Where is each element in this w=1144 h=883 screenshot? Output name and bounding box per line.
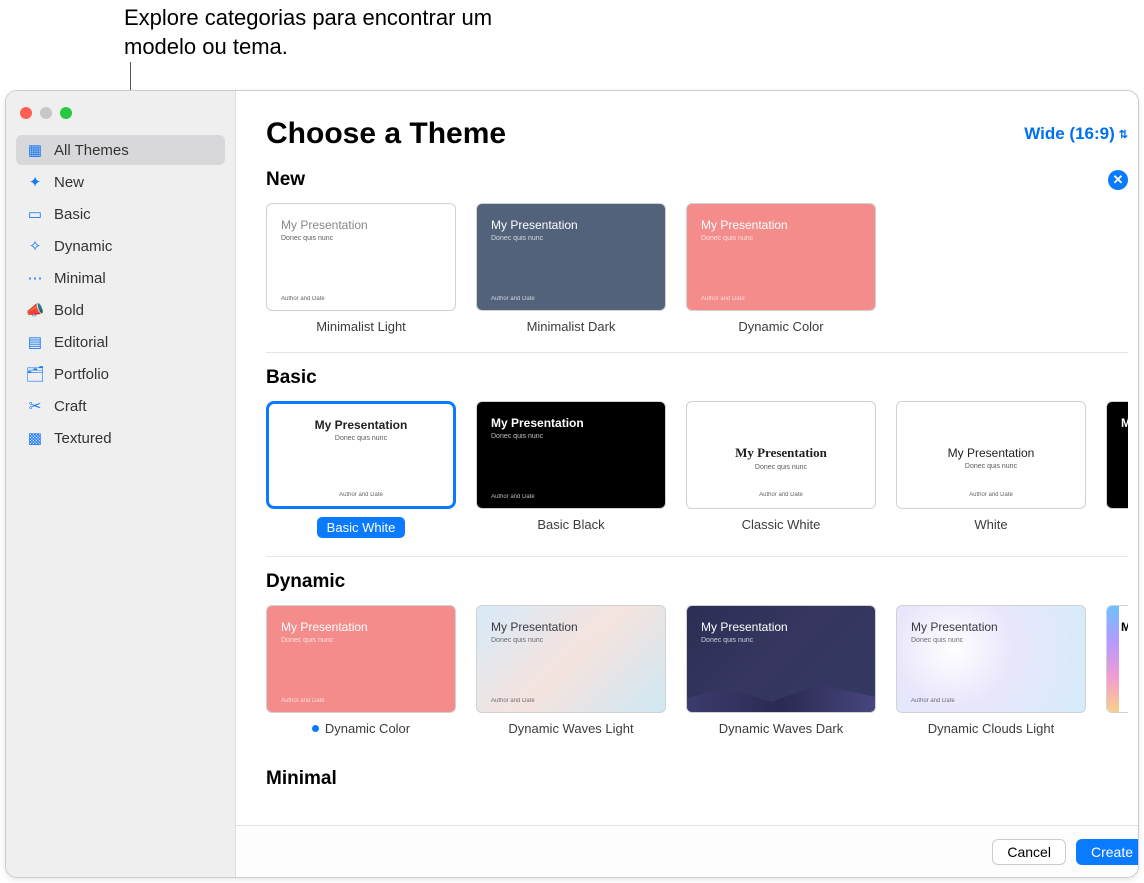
theme-card[interactable]: My PresentationDonec quis nunc Author an… [476, 401, 666, 538]
theme-thumbnail: My PresentationDonec quis nunc Author an… [896, 605, 1086, 713]
sidebar-item-label: Portfolio [54, 366, 109, 383]
ratio-label: Wide (16:9) [1024, 124, 1115, 144]
sidebar-item-bold[interactable]: 📣 Bold [16, 295, 225, 325]
sidebar-item-new[interactable]: ✦ New [16, 167, 225, 197]
sidebar-item-portfolio[interactable]: 🗂 Portfolio [16, 359, 225, 389]
sidebar-item-label: Bold [54, 302, 84, 319]
sidebar-item-textured[interactable]: ▩ Textured [16, 423, 225, 453]
theme-card-partial[interactable]: My Presentation [1106, 605, 1128, 736]
basic-icon: ▭ [26, 205, 44, 223]
theme-thumbnail: My PresentationDonec quis nunc Author an… [476, 605, 666, 713]
sidebar-item-label: Editorial [54, 334, 108, 351]
theme-card-selected[interactable]: My PresentationDonec quis nunc Author an… [266, 401, 456, 538]
theme-thumbnail: My PresentationDonec quis nunc Author an… [266, 605, 456, 713]
footer-bar: Cancel Create [236, 825, 1139, 877]
close-window-icon[interactable] [20, 107, 32, 119]
sidebar-item-label: Craft [54, 398, 87, 415]
sidebar-item-all-themes[interactable]: ▦ All Themes [16, 135, 225, 165]
sidebar-item-dynamic[interactable]: ✧ Dynamic [16, 231, 225, 261]
theme-card[interactable]: My PresentationDonec quis nunc Author an… [896, 605, 1086, 736]
theme-card-partial[interactable]: My Presentation [1106, 401, 1128, 538]
sidebar-item-label: All Themes [54, 142, 129, 159]
sidebar-item-label: Minimal [54, 270, 106, 287]
theme-thumbnail: My PresentationDonec quis nunc Author an… [686, 401, 876, 509]
theme-label: Dynamic Waves Dark [686, 721, 876, 736]
theme-card[interactable]: My PresentationDonec quis nunc Author an… [476, 605, 666, 736]
theme-label: White [896, 517, 1086, 532]
cancel-button[interactable]: Cancel [992, 839, 1066, 865]
theme-label: Minimalist Light [266, 319, 456, 334]
theme-card[interactable]: My PresentationDonec quis nunc Author an… [686, 203, 876, 334]
new-icon: ✦ [26, 173, 44, 191]
sidebar: ▦ All Themes ✦ New ▭ Basic ✧ Dynamic ⋯ M… [6, 91, 236, 877]
dynamic-icon: ✧ [26, 237, 44, 255]
window-controls [6, 101, 235, 131]
theme-card[interactable]: My PresentationDonec quis nunc Author an… [476, 203, 666, 334]
section-title-new: New [266, 169, 305, 191]
dismiss-section-button[interactable]: ✕ [1108, 170, 1128, 190]
theme-label: Dynamic Color [686, 319, 876, 334]
theme-card[interactable]: My PresentationDonec quis nunc Author an… [896, 401, 1086, 538]
sidebar-item-label: Dynamic [54, 238, 112, 255]
zoom-window-icon[interactable] [60, 107, 72, 119]
page-title: Choose a Theme [266, 117, 506, 151]
portfolio-icon: 🗂 [26, 365, 44, 383]
theme-label: Basic Black [476, 517, 666, 532]
theme-card[interactable]: My PresentationDonec quis nunc Author an… [686, 401, 876, 538]
theme-label: Dynamic Waves Light [476, 721, 666, 736]
theme-card[interactable]: My PresentationDonec quis nunc Author an… [266, 203, 456, 334]
recent-dot-icon [312, 725, 319, 732]
theme-thumbnail: My PresentationDonec quis nunc Author an… [686, 605, 876, 713]
sidebar-item-basic[interactable]: ▭ Basic [16, 199, 225, 229]
callout-text: Explore categorias para encontrar um mod… [124, 4, 544, 61]
theme-thumbnail: My PresentationDonec quis nunc Author an… [896, 401, 1086, 509]
craft-icon: ✂ [26, 397, 44, 415]
theme-label: Minimalist Dark [476, 319, 666, 334]
section-title-basic: Basic [266, 367, 317, 389]
minimize-window-icon[interactable] [40, 107, 52, 119]
sidebar-item-label: New [54, 174, 84, 191]
aspect-ratio-selector[interactable]: Wide (16:9) ⇅ [1024, 124, 1128, 144]
textured-icon: ▩ [26, 429, 44, 447]
section-title-minimal: Minimal [266, 768, 337, 790]
theme-thumbnail: My Presentation [1106, 605, 1128, 713]
sidebar-item-label: Basic [54, 206, 91, 223]
theme-thumbnail: My Presentation [1106, 401, 1128, 509]
theme-card[interactable]: My PresentationDonec quis nunc Author an… [266, 605, 456, 736]
main-panel: Choose a Theme Wide (16:9) ⇅ New ✕ My Pr… [236, 91, 1139, 877]
all-themes-icon: ▦ [26, 141, 44, 159]
sidebar-item-label: Textured [54, 430, 112, 447]
minimal-icon: ⋯ [26, 269, 44, 287]
theme-thumbnail: My PresentationDonec quis nunc Author an… [266, 203, 456, 311]
theme-chooser-window: ▦ All Themes ✦ New ▭ Basic ✧ Dynamic ⋯ M… [5, 90, 1139, 878]
theme-thumbnail: My PresentationDonec quis nunc Author an… [476, 203, 666, 311]
sidebar-item-editorial[interactable]: ▤ Editorial [16, 327, 225, 357]
theme-label-selected: Basic White [317, 517, 406, 538]
close-icon: ✕ [1113, 172, 1124, 188]
sidebar-item-minimal[interactable]: ⋯ Minimal [16, 263, 225, 293]
theme-thumbnail: My PresentationDonec quis nunc Author an… [476, 401, 666, 509]
bold-icon: 📣 [26, 301, 44, 319]
create-button[interactable]: Create [1076, 839, 1139, 865]
theme-thumbnail: My PresentationDonec quis nunc Author an… [686, 203, 876, 311]
theme-thumbnail: My PresentationDonec quis nunc Author an… [266, 401, 456, 509]
chevron-updown-icon: ⇅ [1119, 128, 1128, 141]
section-title-dynamic: Dynamic [266, 571, 345, 593]
sidebar-item-craft[interactable]: ✂ Craft [16, 391, 225, 421]
theme-card[interactable]: My PresentationDonec quis nunc Author an… [686, 605, 876, 736]
theme-label: Dynamic Clouds Light [896, 721, 1086, 736]
theme-label: Dynamic Color [266, 721, 456, 736]
editorial-icon: ▤ [26, 333, 44, 351]
theme-label: Classic White [686, 517, 876, 532]
